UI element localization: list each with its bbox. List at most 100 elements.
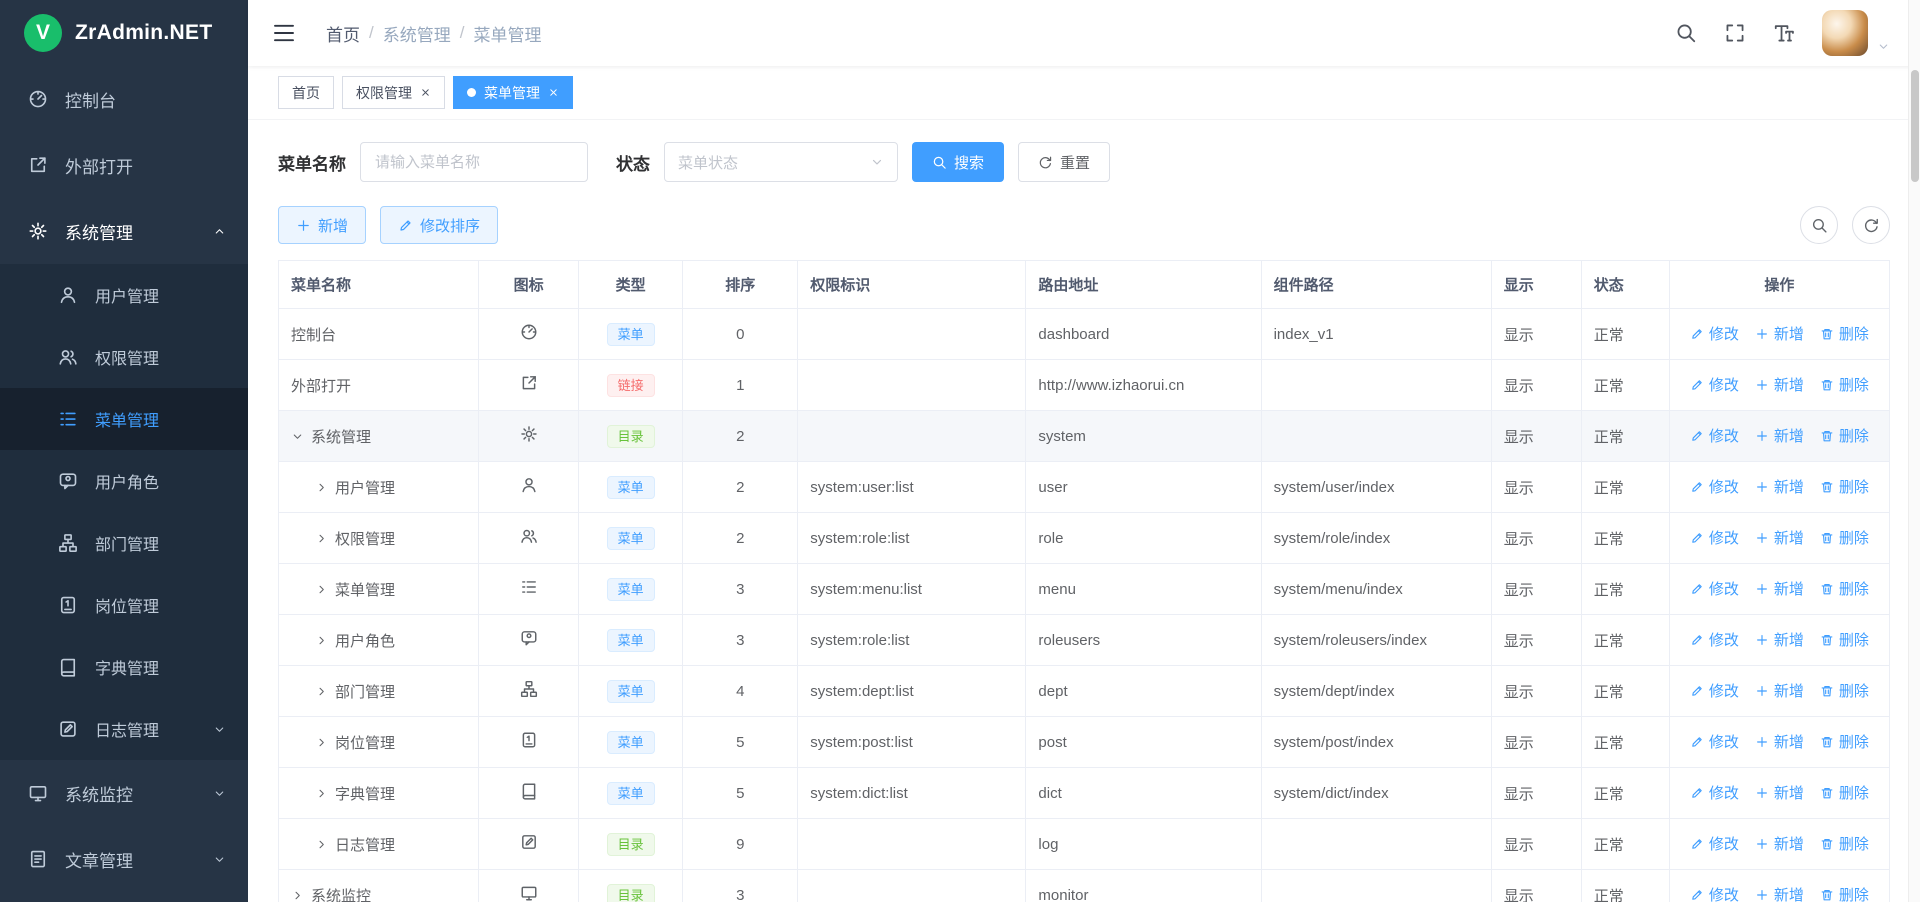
post-icon [58,595,78,615]
sidebar-item-article[interactable]: 文章管理 [0,826,248,892]
cell-route: dict [1026,768,1261,819]
close-tab-icon[interactable] [420,87,431,98]
delete-button[interactable]: 删除 [1820,782,1869,803]
tab-menus[interactable]: 菜单管理 [453,76,573,109]
tab-roles[interactable]: 权限管理 [342,76,445,109]
edit-button[interactable]: 修改 [1690,884,1739,902]
delete-button[interactable]: 删除 [1820,374,1869,395]
cell-status: 正常 [1581,462,1669,513]
sidebar-item-monitor[interactable]: 系统监控 [0,760,248,826]
tab-home[interactable]: 首页 [278,76,334,109]
chevron-right-icon[interactable] [315,634,328,647]
type-badge: 菜单 [607,680,655,703]
delete-button[interactable]: 删除 [1820,629,1869,650]
edit-button[interactable]: 修改 [1690,323,1739,344]
fullscreen-icon[interactable] [1724,22,1746,44]
avatar[interactable] [1822,10,1868,56]
breadcrumb-item[interactable]: 首页 [326,21,360,46]
action-label: 新增 [1774,578,1804,599]
delete-button[interactable]: 删除 [1820,884,1869,902]
chevron-right-icon[interactable] [315,481,328,494]
cell-component: system/post/index [1261,717,1491,768]
edit-button[interactable]: 修改 [1690,731,1739,752]
chevron-right-icon[interactable] [315,685,328,698]
reset-button[interactable]: 重置 [1018,142,1110,182]
add-button[interactable]: 新增 [1755,629,1804,650]
chevron-right-icon[interactable] [315,787,328,800]
chevron-right-icon[interactable] [315,736,328,749]
edit-button[interactable]: 修改 [1690,578,1739,599]
table-row: 用户角色菜单3system:role:listroleuserssystem/r… [279,615,1890,666]
add-button[interactable]: 新增 [1755,374,1804,395]
chevron-right-icon[interactable] [315,583,328,596]
chevron-right-icon[interactable] [315,532,328,545]
logo-letter: V [36,21,50,45]
user-role-icon [520,629,538,647]
add-button[interactable]: 新增 [1755,527,1804,548]
delete-button[interactable]: 删除 [1820,323,1869,344]
edit-button[interactable]: 修改 [1690,629,1739,650]
edit-button[interactable]: 修改 [1690,833,1739,854]
sidebar-item-dicts[interactable]: 字典管理 [0,636,248,698]
chevron-right-icon[interactable] [291,889,304,902]
sidebar-item-logs[interactable]: 日志管理 [0,698,248,760]
delete-button[interactable]: 删除 [1820,833,1869,854]
search-button[interactable]: 搜索 [912,142,1004,182]
sidebar-item-dashboard[interactable]: 控制台 [0,66,248,132]
add-button[interactable]: 新增 [1755,782,1804,803]
delete-button[interactable]: 删除 [1820,680,1869,701]
sidebar-item-system[interactable]: 系统管理 [0,198,248,264]
edit-button[interactable]: 修改 [1690,527,1739,548]
edit-icon [1690,480,1704,494]
scrollbar-thumb[interactable] [1911,70,1919,182]
add-menu-button[interactable]: 新增 [278,206,366,244]
sidebar-item-menus[interactable]: 菜单管理 [0,388,248,450]
user-icon [58,285,78,305]
delete-button[interactable]: 删除 [1820,731,1869,752]
cell-status: 正常 [1581,564,1669,615]
add-button[interactable]: 新增 [1755,884,1804,902]
menu-fold-icon[interactable] [272,21,296,45]
avatar-dropdown-caret-icon[interactable] [1877,40,1890,53]
sidebar-item-user-roles[interactable]: 用户角色 [0,450,248,512]
sidebar-item-depts[interactable]: 部门管理 [0,512,248,574]
sidebar-item-external-open[interactable]: 外部打开 [0,132,248,198]
add-button[interactable]: 新增 [1755,680,1804,701]
edit-sort-button[interactable]: 修改排序 [380,206,498,244]
delete-button[interactable]: 删除 [1820,527,1869,548]
edit-button[interactable]: 修改 [1690,374,1739,395]
page-scrollbar[interactable] [1908,0,1920,902]
breadcrumb-item[interactable]: 系统管理 [383,21,451,46]
delete-button[interactable]: 删除 [1820,476,1869,497]
add-button[interactable]: 新增 [1755,476,1804,497]
add-button[interactable]: 新增 [1755,578,1804,599]
sidebar-item-posts[interactable]: 岗位管理 [0,574,248,636]
status-select[interactable]: 菜单状态 [664,142,898,182]
edit-button[interactable]: 修改 [1690,425,1739,446]
sidebar-item-label: 权限管理 [95,345,226,369]
dict-icon [520,782,538,800]
sidebar-item-users[interactable]: 用户管理 [0,264,248,326]
type-badge: 菜单 [607,476,655,499]
menu-name-input[interactable] [360,142,588,182]
close-tab-icon[interactable] [548,87,559,98]
delete-button[interactable]: 删除 [1820,425,1869,446]
edit-button[interactable]: 修改 [1690,680,1739,701]
font-size-icon[interactable] [1773,22,1795,44]
toggle-search-button[interactable] [1800,206,1838,244]
chevron-right-icon[interactable] [315,838,328,851]
sidebar-item-roles[interactable]: 权限管理 [0,326,248,388]
cell-status: 正常 [1581,411,1669,462]
edit-button[interactable]: 修改 [1690,476,1739,497]
add-button[interactable]: 新增 [1755,425,1804,446]
edit-button[interactable]: 修改 [1690,782,1739,803]
cell-icon [479,309,579,360]
action-label: 新增 [1774,425,1804,446]
search-icon[interactable] [1675,22,1697,44]
add-button[interactable]: 新增 [1755,833,1804,854]
refresh-table-button[interactable] [1852,206,1890,244]
add-button[interactable]: 新增 [1755,323,1804,344]
delete-button[interactable]: 删除 [1820,578,1869,599]
chevron-down-icon[interactable] [291,430,304,443]
add-button[interactable]: 新增 [1755,731,1804,752]
